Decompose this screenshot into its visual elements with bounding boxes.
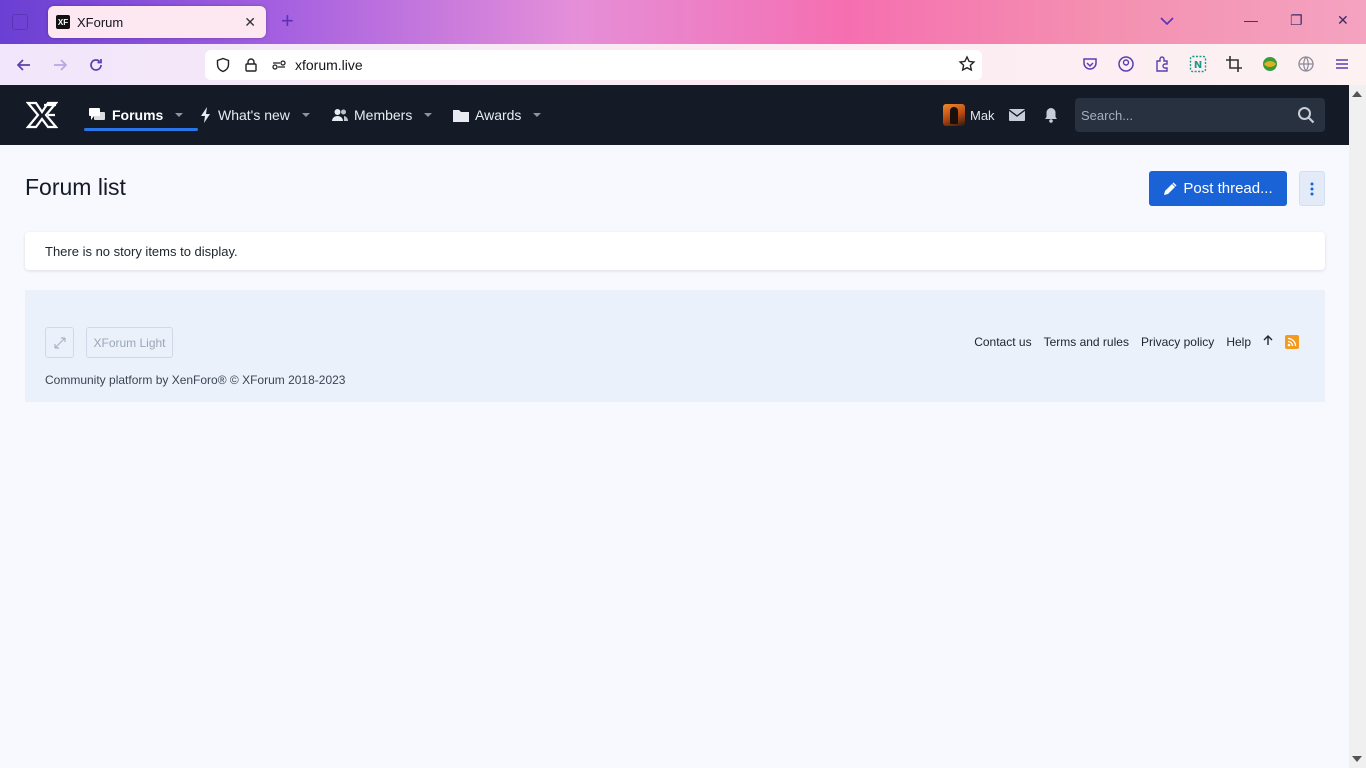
notice-text: There is no story items to display. <box>45 243 238 259</box>
footer-links: Contact us Terms and rules Privacy polic… <box>962 335 1299 349</box>
site-favicon-icon: XF <box>56 15 70 29</box>
browser-tab[interactable]: XF XForum ✕ <box>48 6 266 38</box>
nav-members-label: Members <box>354 107 413 123</box>
xforum-logo-icon[interactable] <box>26 100 58 130</box>
chevron-down-icon[interactable] <box>301 113 310 117</box>
copyright-text: Community platform by XenForo® © XForum … <box>45 373 346 387</box>
menu-icon[interactable] <box>1332 54 1352 74</box>
url-text: xforum.live <box>295 57 363 73</box>
user-account-link[interactable]: Mak <box>943 104 995 126</box>
footer-link-contact[interactable]: Contact us <box>974 335 1031 349</box>
address-bar[interactable]: xforum.live <box>205 50 982 80</box>
notion-extension-icon[interactable]: N <box>1188 54 1208 74</box>
footer: XForum Light Contact us Terms and rules … <box>25 290 1325 402</box>
pocket-icon[interactable] <box>1080 54 1100 74</box>
svg-text:N: N <box>1194 60 1202 71</box>
back-to-top-icon[interactable] <box>1263 335 1273 349</box>
account-icon[interactable] <box>1116 54 1136 74</box>
lock-icon[interactable] <box>241 55 261 75</box>
restore-icon[interactable]: ❐ <box>1290 12 1303 29</box>
nav-whats-new[interactable]: What's new <box>200 85 310 145</box>
page-scrollbar[interactable] <box>1349 85 1366 768</box>
new-tab-icon[interactable]: + <box>281 10 294 32</box>
forward-icon[interactable] <box>49 54 71 76</box>
empty-notice: There is no story items to display. <box>25 232 1325 270</box>
scroll-up-icon[interactable] <box>1352 91 1362 97</box>
globe-extension-icon[interactable] <box>1260 54 1280 74</box>
comments-icon <box>89 108 105 120</box>
active-nav-indicator <box>84 128 198 131</box>
reload-icon[interactable] <box>85 54 107 76</box>
rss-icon[interactable] <box>1285 335 1299 349</box>
chevron-down-icon[interactable] <box>533 113 542 117</box>
extensions-icon[interactable] <box>1152 54 1172 74</box>
search-input[interactable] <box>1081 107 1281 123</box>
footer-link-help[interactable]: Help <box>1226 335 1251 349</box>
tab-title: XForum <box>77 14 124 30</box>
footer-link-privacy[interactable]: Privacy policy <box>1141 335 1214 349</box>
list-all-tabs-icon[interactable] <box>1160 14 1174 28</box>
more-options-button[interactable] <box>1299 171 1325 206</box>
folder-icon <box>453 109 469 122</box>
style-chooser-button[interactable]: XForum Light <box>86 327 173 358</box>
style-chooser-label: XForum Light <box>93 335 166 350</box>
bolt-icon <box>201 107 210 123</box>
pencil-icon <box>1163 182 1177 196</box>
minimize-icon[interactable]: — <box>1244 12 1258 28</box>
nav-forums-label: Forums <box>112 107 164 123</box>
permissions-icon[interactable] <box>269 55 289 75</box>
crop-icon[interactable] <box>1224 54 1244 74</box>
avatar <box>943 104 965 126</box>
nav-awards-label: Awards <box>475 107 522 123</box>
vertical-ellipsis-icon <box>1310 182 1314 195</box>
chevron-down-icon[interactable] <box>424 113 433 117</box>
shield-icon[interactable] <box>213 55 233 75</box>
bookmark-star-icon[interactable] <box>958 55 976 76</box>
close-window-icon[interactable]: ✕ <box>1337 12 1349 29</box>
nav-members[interactable]: Members <box>332 85 433 145</box>
close-tab-icon[interactable]: ✕ <box>244 14 256 31</box>
nav-whats-new-label: What's new <box>218 107 290 123</box>
search-icon[interactable] <box>1297 106 1315 127</box>
envelope-icon[interactable] <box>1008 106 1026 124</box>
toggle-width-button[interactable] <box>45 327 74 358</box>
page-title: Forum list <box>25 174 126 200</box>
user-name: Mak <box>970 107 995 123</box>
nav-forums[interactable]: Forums <box>88 85 184 145</box>
chevron-down-icon[interactable] <box>175 113 184 117</box>
search-box[interactable] <box>1075 98 1325 132</box>
footer-link-terms[interactable]: Terms and rules <box>1044 335 1129 349</box>
scroll-down-icon[interactable] <box>1352 756 1362 762</box>
bell-icon[interactable] <box>1042 106 1060 124</box>
users-icon <box>332 109 348 121</box>
vpn-globe-icon[interactable] <box>1296 54 1316 74</box>
expand-icon <box>53 336 66 349</box>
post-thread-button[interactable]: Post thread... <box>1149 171 1287 206</box>
window-list-icon[interactable] <box>12 14 28 30</box>
post-thread-label: Post thread... <box>1183 180 1273 197</box>
nav-awards[interactable]: Awards <box>453 85 542 145</box>
browser-tab-bar: XF XForum ✕ + — ❐ ✕ <box>0 0 1366 44</box>
back-icon[interactable] <box>13 54 35 76</box>
